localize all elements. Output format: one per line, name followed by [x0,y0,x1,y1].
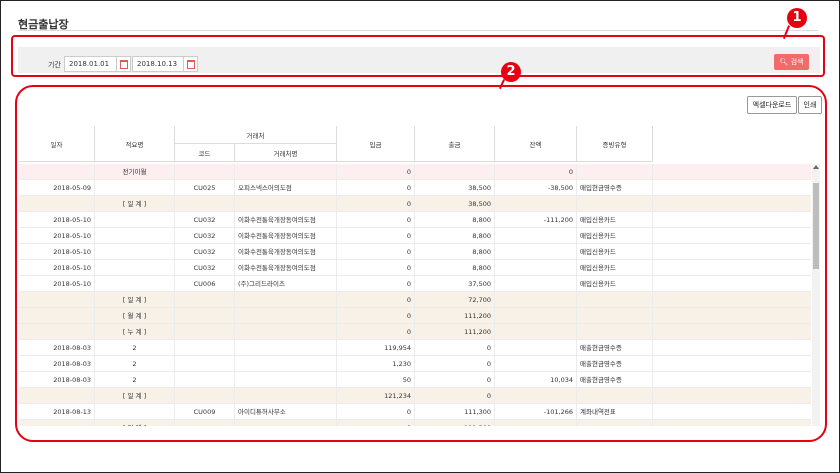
callout-badge-2: 2 [501,62,521,82]
title-divider [18,30,818,31]
callout-badge-1: 1 [787,8,807,28]
callout-box-grid [15,85,827,442]
callout-box-search [11,35,825,77]
